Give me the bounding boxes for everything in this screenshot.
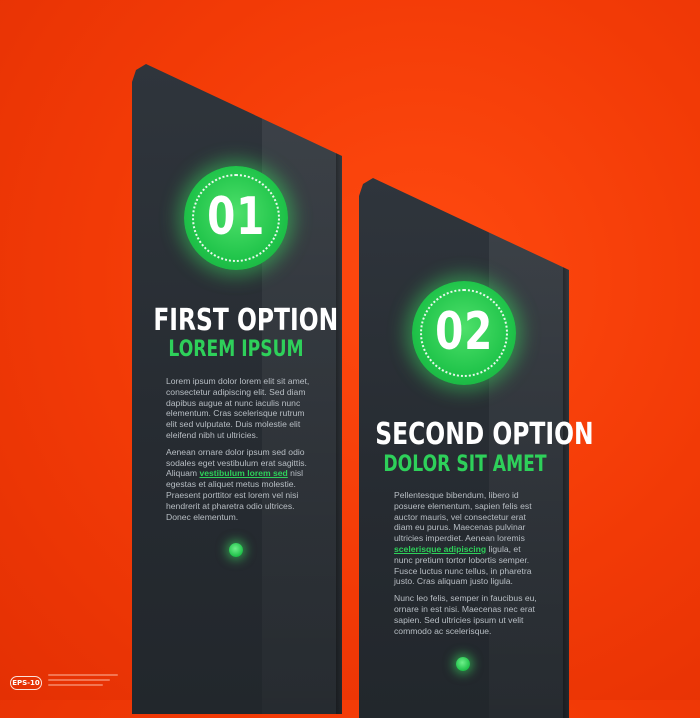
indicator-dot-1: [229, 543, 243, 557]
option-subtitle-1: LOREM IPSUM: [168, 337, 304, 362]
body-paragraph: Pellentesque bibendum, libero id posuere…: [394, 490, 540, 587]
indicator-dot-2: [456, 657, 470, 671]
body-text: Pellentesque bibendum, libero id posuere…: [394, 490, 532, 544]
option-body-1: Lorem ipsum dolor lorem elit sit amet, c…: [166, 376, 312, 528]
option-title-1: FIRST OPTION: [153, 303, 339, 338]
eps-badge: EPS-10: [10, 676, 42, 690]
number-badge-2: 02: [412, 281, 516, 385]
option-body-2: Pellentesque bibendum, libero id posuere…: [394, 490, 540, 642]
body-paragraph: Aenean ornare dolor ipsum sed odio sodal…: [166, 447, 312, 523]
body-paragraph: Lorem ipsum dolor lorem elit sit amet, c…: [166, 376, 310, 440]
footer-fine-print: [48, 674, 118, 689]
badge-number: 01: [206, 187, 266, 247]
badge-number: 02: [434, 302, 494, 362]
number-badge-1: 01: [184, 166, 288, 270]
option-title-2: SECOND OPTION: [375, 417, 594, 452]
highlight-link[interactable]: scelerisque adipiscing: [394, 544, 486, 554]
highlight-link[interactable]: vestibulum lorem sed: [199, 468, 287, 478]
option-subtitle-2: DOLOR SIT AMET: [383, 452, 547, 477]
body-paragraph: Nunc leo felis, semper in faucibus eu, o…: [394, 593, 537, 636]
